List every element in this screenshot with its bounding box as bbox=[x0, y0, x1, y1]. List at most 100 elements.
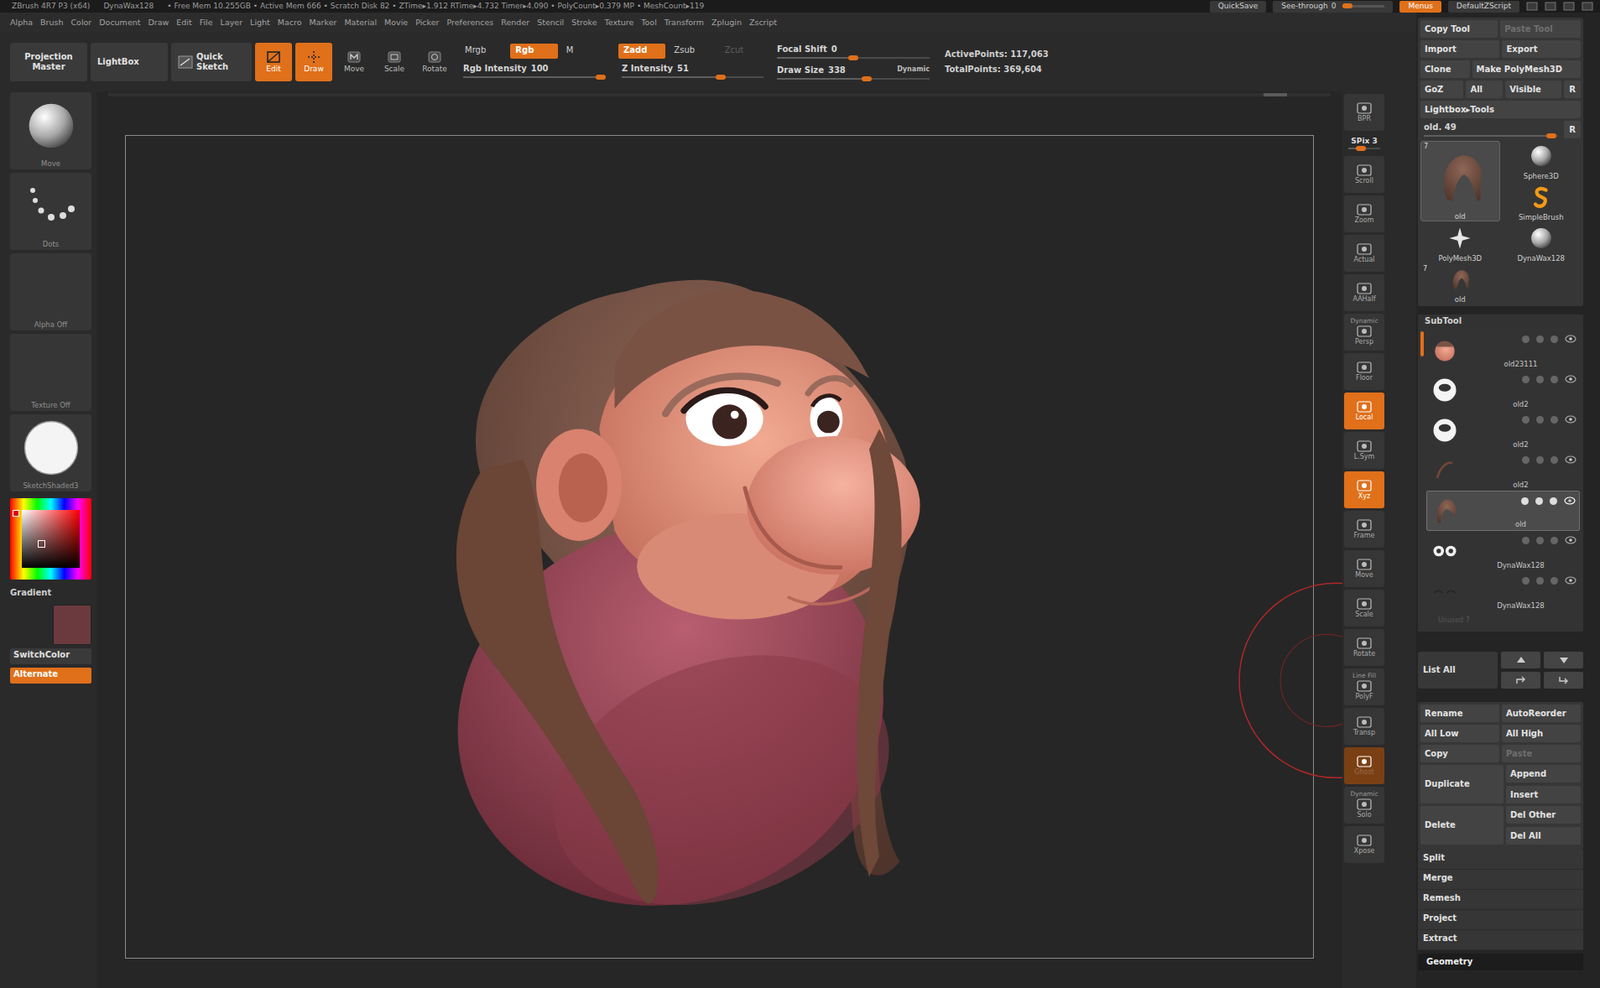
subtool-scrollbar[interactable] bbox=[1420, 331, 1424, 357]
tool-button[interactable]: Make PolyMesh3D bbox=[1472, 60, 1582, 79]
eye-icon[interactable] bbox=[1564, 415, 1577, 424]
view-button[interactable]: Floor bbox=[1344, 353, 1385, 391]
view-button[interactable]: Xpose bbox=[1344, 826, 1385, 864]
subtool-item[interactable]: DynaWax128 bbox=[1426, 571, 1580, 612]
menu-item[interactable]: Material bbox=[343, 17, 377, 27]
eye-icon[interactable] bbox=[1564, 375, 1577, 384]
action-button[interactable]: All Low bbox=[1420, 724, 1500, 743]
subtool-toggle[interactable] bbox=[1536, 416, 1544, 424]
subtool-toggle[interactable] bbox=[1550, 456, 1559, 464]
spix-track[interactable] bbox=[1348, 147, 1381, 150]
tool-button[interactable]: R bbox=[1563, 80, 1581, 99]
menu-item[interactable]: Marker bbox=[309, 17, 338, 27]
group-option-button[interactable]: Append bbox=[1506, 765, 1581, 783]
shelf-thumb[interactable]: Move bbox=[10, 92, 92, 170]
group-option-button[interactable]: Del Other bbox=[1506, 806, 1581, 824]
quick-sketch-button[interactable]: Quick Sketch bbox=[171, 42, 252, 82]
subtool-item[interactable]: old bbox=[1426, 490, 1580, 532]
view-button[interactable]: Scale bbox=[1344, 589, 1385, 627]
subtool-toggle[interactable] bbox=[1521, 577, 1530, 585]
move-up-arrow-button[interactable] bbox=[1500, 672, 1541, 689]
group-button[interactable]: Duplicate bbox=[1420, 765, 1504, 804]
subtool-toggle[interactable] bbox=[1536, 375, 1544, 384]
down-arrow-button[interactable] bbox=[1543, 651, 1584, 669]
view-button[interactable]: Rotate bbox=[1344, 629, 1385, 667]
subtool-toggle[interactable] bbox=[1549, 497, 1558, 506]
tool-button[interactable]: Export bbox=[1501, 40, 1581, 58]
rgb-intensity-track[interactable] bbox=[463, 76, 605, 79]
menu-item[interactable]: Stencil bbox=[536, 17, 564, 27]
focal-shift-slider[interactable]: Focal Shift0 bbox=[773, 42, 933, 61]
color-option-button[interactable]: SwitchColor bbox=[10, 648, 92, 665]
view-button[interactable]: Transp bbox=[1344, 708, 1385, 746]
eye-icon[interactable] bbox=[1563, 496, 1576, 506]
mode-2-button[interactable]: Move bbox=[335, 42, 373, 82]
script-button[interactable]: DefaultZScript bbox=[1448, 0, 1520, 13]
z-mode-button[interactable]: Zadd bbox=[618, 43, 666, 59]
see-through-track[interactable] bbox=[1342, 5, 1385, 8]
move-down-arrow-button[interactable] bbox=[1543, 672, 1584, 689]
subtool-toggle[interactable] bbox=[1550, 536, 1559, 545]
group-option-button[interactable]: Del All bbox=[1506, 827, 1581, 845]
menu-item[interactable]: Zscript bbox=[749, 17, 777, 27]
subtool-toggle[interactable] bbox=[1536, 577, 1544, 585]
shelf-thumb[interactable]: SketchShaded3 bbox=[10, 414, 92, 492]
subtool-toggle[interactable] bbox=[1550, 375, 1559, 384]
subtool-item[interactable]: DynaWax128 bbox=[1426, 531, 1580, 572]
tool-button[interactable]: Visible bbox=[1505, 80, 1562, 99]
tool-button[interactable]: Import bbox=[1420, 40, 1500, 58]
quicksave-button[interactable]: QuickSave bbox=[1209, 0, 1267, 13]
shelf-thumb[interactable]: Alpha Off bbox=[10, 253, 92, 331]
draw-size-slider[interactable]: Draw Size338Dynamic bbox=[773, 63, 933, 82]
eye-icon[interactable] bbox=[1564, 334, 1577, 344]
subtool-toggle[interactable] bbox=[1521, 456, 1530, 464]
view-button[interactable]: Move bbox=[1344, 550, 1385, 588]
tool-thumb[interactable]: PolyMesh3D bbox=[1420, 223, 1501, 263]
projection-master-button[interactable]: Projection Master bbox=[10, 42, 88, 82]
menu-item[interactable]: Light bbox=[250, 17, 271, 27]
subtool-toggle[interactable] bbox=[1550, 335, 1559, 344]
saturation-square[interactable] bbox=[21, 510, 80, 569]
menu-item[interactable]: Transform bbox=[664, 17, 704, 27]
view-button[interactable]: AAHalf bbox=[1344, 274, 1385, 312]
subtool-toggle[interactable] bbox=[1521, 536, 1530, 545]
up-arrow-button[interactable] bbox=[1500, 651, 1541, 669]
menu-item[interactable]: Zplugin bbox=[711, 17, 742, 27]
subpalette-header[interactable]: Project bbox=[1417, 910, 1584, 931]
character-model-icon[interactable] bbox=[125, 135, 1314, 959]
subtool-toggle[interactable] bbox=[1550, 416, 1559, 424]
subpalette-header[interactable]: Split bbox=[1417, 849, 1584, 871]
subtool-toggle[interactable] bbox=[1536, 335, 1544, 344]
z-intensity-slider[interactable]: Z Intensity51 bbox=[618, 62, 767, 80]
lightbox-tools-button[interactable]: Lightbox▸Tools bbox=[1420, 100, 1581, 119]
secondary-color-swatch[interactable] bbox=[52, 604, 92, 646]
geometry-header[interactable]: Geometry bbox=[1417, 953, 1584, 971]
subtool-item[interactable]: old23111 bbox=[1426, 329, 1580, 371]
subtool-item[interactable]: old2 bbox=[1426, 450, 1580, 491]
menu-item[interactable]: Color bbox=[70, 17, 92, 27]
view-button[interactable]: Local bbox=[1344, 392, 1385, 430]
menu-item[interactable]: Preferences bbox=[446, 17, 494, 27]
rgb-mode-button[interactable]: Rgb bbox=[510, 43, 558, 59]
tool-reset-button[interactable]: R bbox=[1563, 120, 1581, 139]
list-all-button[interactable]: List All bbox=[1417, 651, 1498, 689]
color-picker[interactable] bbox=[10, 498, 92, 580]
document-frame[interactable] bbox=[125, 135, 1314, 959]
subtool-toggle[interactable] bbox=[1521, 375, 1530, 384]
menu-item[interactable]: Stroke bbox=[571, 17, 597, 27]
mode-0-button[interactable]: Edit bbox=[255, 42, 292, 82]
canvas-scrollbar[interactable] bbox=[108, 93, 1331, 97]
current-tool-track[interactable] bbox=[1423, 135, 1559, 137]
focal-shift-track[interactable] bbox=[776, 57, 930, 59]
subtool-toggle[interactable] bbox=[1535, 497, 1543, 506]
subpalette-header[interactable]: Remesh bbox=[1417, 890, 1584, 911]
view-button[interactable]: Xyz bbox=[1344, 471, 1385, 509]
menu-item[interactable]: Texture bbox=[604, 17, 635, 27]
action-button[interactable]: All High bbox=[1501, 724, 1581, 743]
subtool-toggle[interactable] bbox=[1521, 416, 1530, 424]
view-button[interactable]: BPR bbox=[1344, 93, 1385, 131]
canvas[interactable] bbox=[96, 91, 1343, 988]
tool-thumb[interactable]: Sphere3D bbox=[1501, 140, 1582, 181]
group-option-button[interactable]: Insert bbox=[1506, 786, 1581, 804]
view-button[interactable]: Line FillPolyF bbox=[1344, 668, 1385, 706]
